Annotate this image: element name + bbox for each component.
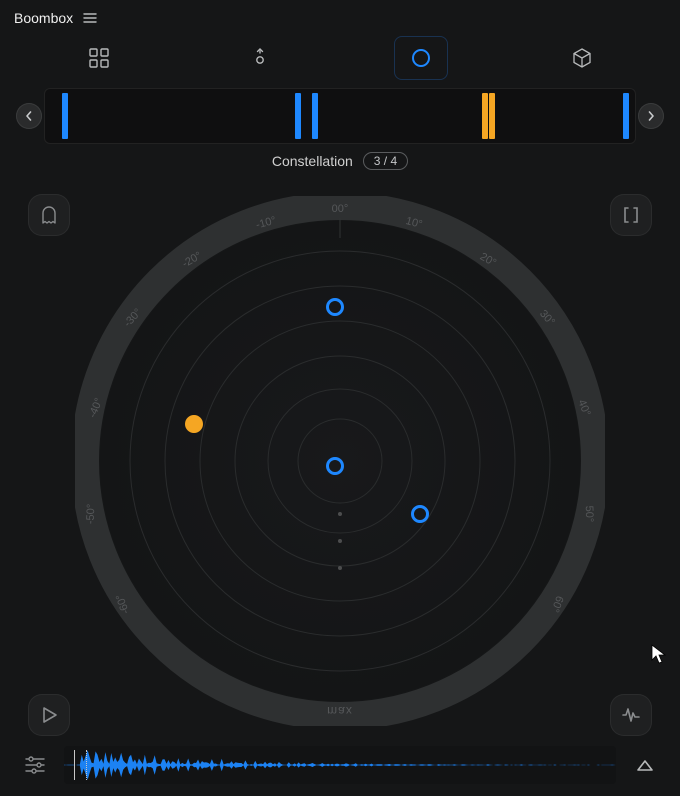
waveform-start-cursor[interactable] — [74, 750, 75, 780]
app-title: Boombox — [14, 10, 73, 26]
timeline-prev-button[interactable] — [16, 103, 42, 129]
constellation-counter[interactable]: 3 / 4 — [363, 152, 408, 170]
timeline-marker[interactable] — [62, 93, 68, 139]
constellation-node[interactable] — [326, 298, 344, 316]
tab-grid[interactable] — [72, 36, 126, 80]
header: Boombox — [0, 0, 680, 32]
timeline-marker[interactable] — [312, 93, 318, 139]
expand-up-icon[interactable] — [626, 746, 664, 784]
sliders-icon[interactable] — [16, 746, 54, 784]
tab-ring[interactable] — [394, 36, 448, 80]
constellation-node[interactable] — [326, 457, 344, 475]
radar-area[interactable]: 00° 10° 20° 30° 40° 50° 60° -10° -20° -3… — [75, 196, 605, 726]
max-label: max — [327, 704, 353, 718]
timeline-marker[interactable] — [623, 93, 629, 139]
constellation-node[interactable] — [185, 415, 203, 433]
timeline-marker[interactable] — [489, 93, 495, 139]
play-button[interactable] — [28, 694, 70, 736]
waveform-play-cursor[interactable] — [86, 750, 87, 780]
waveform-icon — [64, 746, 616, 784]
ghost-button[interactable] — [28, 194, 70, 236]
constellation-panel: 00° 10° 20° 30° 40° 50° 60° -10° -20° -3… — [16, 182, 664, 740]
constellation-node[interactable] — [411, 505, 429, 523]
waveform-track[interactable] — [64, 746, 616, 784]
timeline-strip — [16, 88, 664, 144]
activity-button[interactable] — [610, 694, 652, 736]
timeline-next-button[interactable] — [638, 103, 664, 129]
constellation-label: Constellation — [272, 153, 353, 169]
bottom-bar — [16, 746, 664, 784]
timeline-marker[interactable] — [295, 93, 301, 139]
tab-target[interactable] — [233, 36, 287, 80]
constellation-row: Constellation 3 / 4 — [0, 144, 680, 182]
menu-icon[interactable] — [83, 11, 97, 25]
timeline-track[interactable] — [44, 88, 636, 144]
timeline-marker[interactable] — [482, 93, 488, 139]
bracket-button[interactable] — [610, 194, 652, 236]
tab-cube[interactable] — [555, 36, 609, 80]
view-tabs — [18, 36, 662, 80]
